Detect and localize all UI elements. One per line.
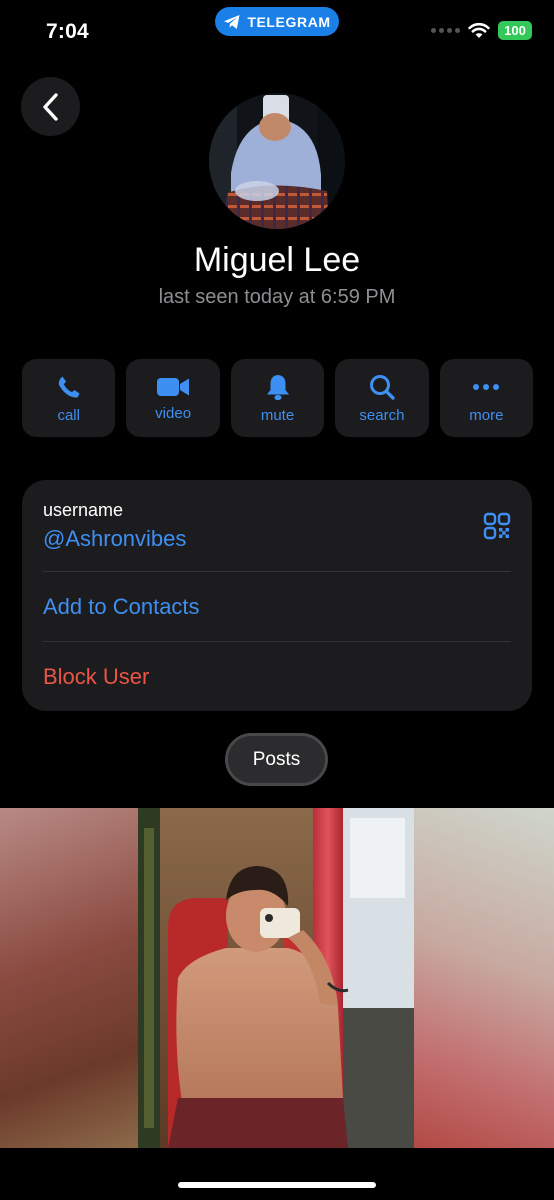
home-indicator[interactable]: [178, 1182, 376, 1188]
search-button[interactable]: search: [335, 359, 429, 437]
block-user-button[interactable]: Block User: [43, 664, 149, 690]
qr-code-icon[interactable]: [483, 512, 511, 540]
post-photo-image: [138, 808, 414, 1148]
video-label: video: [155, 404, 192, 422]
app-pill-label: TELEGRAM: [247, 13, 331, 30]
phone-icon: [58, 376, 80, 398]
status-bar: 7:04 TELEGRAM 100: [0, 0, 554, 64]
telegram-return-pill[interactable]: TELEGRAM: [215, 7, 339, 36]
back-button[interactable]: [21, 77, 80, 136]
telegram-plane-icon: [224, 14, 240, 29]
posts-media[interactable]: [0, 808, 554, 1148]
tab-posts[interactable]: Posts: [225, 733, 328, 786]
battery-icon: 100: [498, 21, 532, 40]
wifi-icon: [468, 22, 490, 38]
avatar[interactable]: [209, 93, 345, 229]
action-buttons: call video mute search more: [22, 359, 534, 437]
bell-icon: [266, 374, 289, 400]
avatar-photo: [209, 93, 345, 229]
more-button[interactable]: more: [439, 359, 534, 437]
status-indicators: 100: [431, 21, 532, 40]
video-button[interactable]: video: [126, 359, 220, 437]
chevron-left-icon: [42, 92, 58, 121]
username-label: username: [43, 500, 124, 520]
search-icon: [369, 374, 395, 400]
post-photo[interactable]: [138, 808, 414, 1148]
divider: [43, 571, 511, 572]
last-seen-status: last seen today at 6:59 PM: [158, 286, 396, 308]
more-dots-icon: [473, 383, 500, 390]
blurred-backdrop-right: [414, 808, 554, 1148]
call-button[interactable]: call: [22, 359, 116, 437]
more-label: more: [469, 406, 504, 424]
video-camera-icon: [157, 377, 190, 396]
add-to-contacts-button[interactable]: Add to Contacts: [43, 594, 200, 620]
divider: [43, 641, 511, 642]
search-label: search: [359, 406, 405, 424]
mute-button[interactable]: mute: [230, 359, 325, 437]
call-label: call: [57, 406, 80, 424]
status-time: 7:04: [46, 20, 89, 43]
info-card: username @Ashronvibes Add to Contacts Bl…: [22, 480, 532, 711]
blurred-backdrop-left: [0, 808, 138, 1148]
username-link[interactable]: @Ashronvibes: [43, 526, 186, 552]
cellular-signal-icon: [431, 28, 460, 33]
profile-name: Miguel Lee: [193, 241, 361, 279]
mute-label: mute: [260, 406, 295, 424]
